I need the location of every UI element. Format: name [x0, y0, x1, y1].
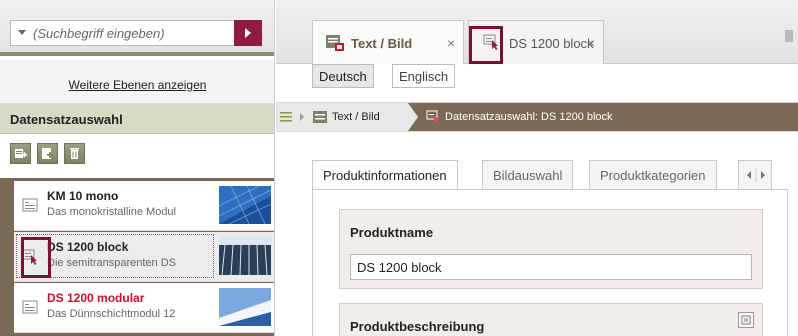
- text-image-record-icon: [22, 198, 38, 212]
- tab-produktkategorien[interactable]: Produktkategorien: [589, 160, 717, 190]
- list-item-desc: Die semitransparenten DS: [47, 257, 177, 269]
- section-title: Datensatzauswahl: [0, 104, 274, 134]
- add-button[interactable]: [37, 143, 58, 164]
- content-tabbar: Produktinformationen Bildauswahl Produkt…: [312, 160, 788, 190]
- more-levels-link[interactable]: Weitere Ebenen anzeigen: [69, 78, 207, 92]
- right-panel: Text / Bild × DS 1200 block × Deutsch En…: [276, 0, 798, 336]
- tab-produktinformationen[interactable]: Produktinformationen: [312, 160, 458, 190]
- chevron-right-icon: [300, 113, 304, 121]
- tab-bildauswahl[interactable]: Bildauswahl: [482, 160, 574, 190]
- lang-englisch-button[interactable]: Englisch: [392, 64, 456, 88]
- tab-text-bild[interactable]: Text / Bild ×: [312, 20, 464, 64]
- breadcrumb: Text / Bild Datensatzauswahl: DS 1200 bl…: [276, 102, 798, 132]
- tab-label: Text / Bild: [351, 36, 413, 51]
- breadcrumb-active-label: Datensatzauswahl: DS 1200 block: [445, 111, 613, 123]
- highlight-frame: [469, 26, 503, 64]
- menu-icon[interactable]: [280, 112, 292, 122]
- content-panel: Produktname Produktbeschreibung: [312, 189, 788, 336]
- highlight-frame: [21, 237, 51, 278]
- record-toolbar: [0, 135, 274, 173]
- new-record-icon: [15, 149, 27, 158]
- solar-panel-thumbnail: [219, 237, 271, 275]
- product-name-input[interactable]: [350, 254, 752, 280]
- tab-label: DS 1200 block: [509, 36, 594, 51]
- more-levels-row: Weitere Ebenen anzeigen: [0, 60, 274, 104]
- search-placeholder: (Suchbegriff eingeben): [33, 26, 165, 41]
- maximize-icon: [741, 315, 751, 325]
- list-item-title: DS 1200 modular: [47, 291, 145, 305]
- list-item[interactable]: DS 1200 modular Das Dünnschichtmodul 12: [14, 283, 274, 333]
- list-item-desc: Das monokristalline Modul: [47, 206, 176, 218]
- search-go-button[interactable]: [234, 20, 262, 46]
- close-tab-button[interactable]: ×: [447, 35, 455, 51]
- breadcrumb-active: Datensatzauswahl: DS 1200 block: [408, 103, 798, 131]
- chevron-down-icon[interactable]: [18, 30, 26, 35]
- search-area: (Suchbegriff eingeben): [0, 0, 274, 56]
- new-record-button[interactable]: [10, 143, 31, 164]
- tab-scroll-arrows-icon: [747, 168, 765, 182]
- product-description-label: Produktbeschreibung: [350, 319, 485, 334]
- list-item[interactable]: KM 10 mono Das monokristalline Modul: [14, 181, 274, 231]
- lang-deutsch-button[interactable]: Deutsch: [312, 64, 374, 88]
- text-image-record-icon: [22, 300, 38, 314]
- close-tab-button[interactable]: ×: [587, 35, 595, 51]
- search-field[interactable]: (Suchbegriff eingeben): [10, 20, 262, 46]
- product-name-group: Produktname: [339, 209, 763, 289]
- text-image-icon: [313, 111, 327, 123]
- solar-panel-thumbnail: [219, 186, 271, 224]
- delete-icon: [70, 148, 79, 159]
- add-icon: [42, 148, 53, 159]
- list-item-title: KM 10 mono: [47, 189, 119, 203]
- list-item-selected[interactable]: DS 1200 block Die semitransparenten DS: [14, 232, 274, 282]
- product-name-label: Produktname: [350, 225, 434, 240]
- list-item-desc: Das Dünnschichtmodul 12: [47, 308, 176, 320]
- list-item-title: DS 1200 block: [47, 240, 129, 254]
- tab-scroll-buttons[interactable]: [738, 160, 772, 190]
- left-panel: (Suchbegriff eingeben) Weitere Ebenen an…: [0, 0, 275, 336]
- product-description-group: Produktbeschreibung: [339, 303, 763, 336]
- breadcrumb-item[interactable]: Text / Bild: [332, 111, 380, 123]
- delete-button[interactable]: [64, 143, 85, 164]
- solar-panel-thumbnail: [219, 288, 271, 326]
- tab-overflow-icon[interactable]: [782, 27, 796, 45]
- text-image-red-icon: [326, 35, 344, 51]
- record-cursor-icon: [426, 110, 440, 124]
- maximize-button[interactable]: [738, 312, 754, 328]
- document-tabbar: Text / Bild × DS 1200 block ×: [276, 0, 798, 64]
